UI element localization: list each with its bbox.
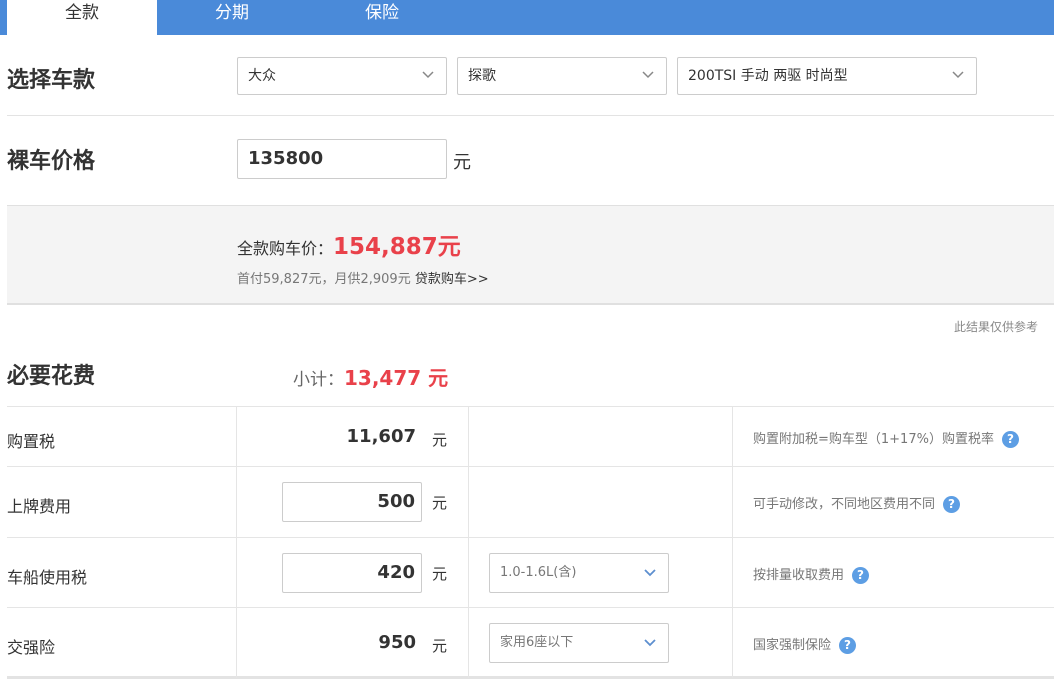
- help-icon[interactable]: ?: [852, 567, 870, 584]
- tab-insurance[interactable]: 保险: [307, 0, 457, 35]
- displacement-select[interactable]: 1.0-1.6L(含): [489, 553, 669, 593]
- purchase-tax-unit: 元: [432, 431, 448, 449]
- tab-installment[interactable]: 分期: [157, 0, 307, 35]
- purchase-tax-note-text: 购置附加税=购车型（1+17%）购置税率: [753, 432, 994, 447]
- chevron-down-icon: [642, 71, 654, 79]
- chevron-down-icon: [644, 639, 656, 647]
- bare-price-unit: 元: [453, 152, 471, 173]
- summary-panel: [7, 205, 1054, 305]
- license-fee-input[interactable]: 500: [282, 482, 422, 522]
- chevron-down-icon: [422, 71, 434, 79]
- table-border: [7, 537, 1054, 538]
- bare-price-input[interactable]: 135800: [237, 139, 447, 179]
- table-border: [7, 466, 1054, 467]
- loan-summary-line: 首付59,827元，月供2,909元 贷款购车>>: [237, 268, 489, 287]
- seat-type-select-value: 家用6座以下: [500, 635, 574, 650]
- necessary-costs-heading: 必要花费: [7, 364, 96, 389]
- table-border: [468, 406, 469, 678]
- seat-type-select[interactable]: 家用6座以下: [489, 623, 669, 663]
- trim-select-value: 200TSI 手动 两驱 时尚型: [688, 68, 848, 84]
- bare-price-heading: 裸车价格: [7, 149, 96, 174]
- trim-select[interactable]: 200TSI 手动 两驱 时尚型: [677, 57, 977, 95]
- help-icon[interactable]: ?: [943, 496, 961, 513]
- compulsory-insurance-unit: 元: [432, 637, 448, 655]
- license-fee-note-text: 可手动修改，不同地区费用不同: [753, 497, 936, 512]
- tab-bar: 全款 分期 保险: [0, 0, 1054, 35]
- compulsory-insurance-label: 交强险: [7, 638, 56, 657]
- table-border: [236, 406, 237, 678]
- compulsory-insurance-value: 950: [378, 632, 416, 653]
- total-price-value: 154,887元: [333, 234, 461, 260]
- series-select[interactable]: 探歌: [457, 57, 667, 95]
- vehicle-tax-note: 按排量收取费用?: [753, 564, 870, 584]
- table-border: [7, 676, 1054, 679]
- license-fee-unit: 元: [432, 494, 448, 512]
- compulsory-insurance-note: 国家强制保险?: [753, 634, 857, 654]
- divider: [7, 115, 1054, 116]
- purchase-tax-label: 购置税: [7, 432, 56, 451]
- help-icon[interactable]: ?: [839, 637, 857, 654]
- total-price-line: 全款购车价：154,887元: [237, 227, 461, 261]
- license-fee-label: 上牌费用: [7, 497, 72, 516]
- table-border: [732, 406, 733, 678]
- total-price-label: 全款购车价：: [237, 239, 334, 258]
- license-fee-note: 可手动修改，不同地区费用不同?: [753, 493, 961, 513]
- loan-purchase-link[interactable]: 贷款购车>>: [415, 272, 489, 287]
- subtotal-line: 小计：13,477 元: [293, 362, 448, 391]
- select-model-heading: 选择车款: [7, 68, 96, 93]
- chevron-down-icon: [644, 569, 656, 577]
- vehicle-tax-unit: 元: [432, 565, 448, 583]
- tab-full-payment[interactable]: 全款: [7, 0, 157, 35]
- table-border: [7, 406, 1054, 407]
- loan-summary-text: 首付59,827元，月供2,909元: [237, 272, 411, 287]
- help-icon[interactable]: ?: [1001, 431, 1019, 448]
- chevron-down-icon: [952, 71, 964, 79]
- brand-select-value: 大众: [248, 68, 276, 84]
- series-select-value: 探歌: [468, 68, 496, 84]
- subtotal-value: 13,477 元: [344, 366, 449, 390]
- purchase-tax-note: 购置附加税=购车型（1+17%）购置税率?: [753, 428, 1019, 448]
- disclaimer-text: 此结果仅供参考: [954, 320, 1039, 334]
- subtotal-label: 小计：: [293, 370, 344, 390]
- vehicle-tax-label: 车船使用税: [7, 568, 88, 587]
- compulsory-insurance-note-text: 国家强制保险: [753, 638, 832, 653]
- vehicle-tax-input[interactable]: 420: [282, 553, 422, 593]
- table-border: [7, 607, 1054, 608]
- brand-select[interactable]: 大众: [237, 57, 447, 95]
- displacement-select-value: 1.0-1.6L(含): [500, 565, 577, 580]
- vehicle-tax-note-text: 按排量收取费用: [753, 568, 845, 583]
- purchase-tax-value: 11,607: [346, 426, 416, 447]
